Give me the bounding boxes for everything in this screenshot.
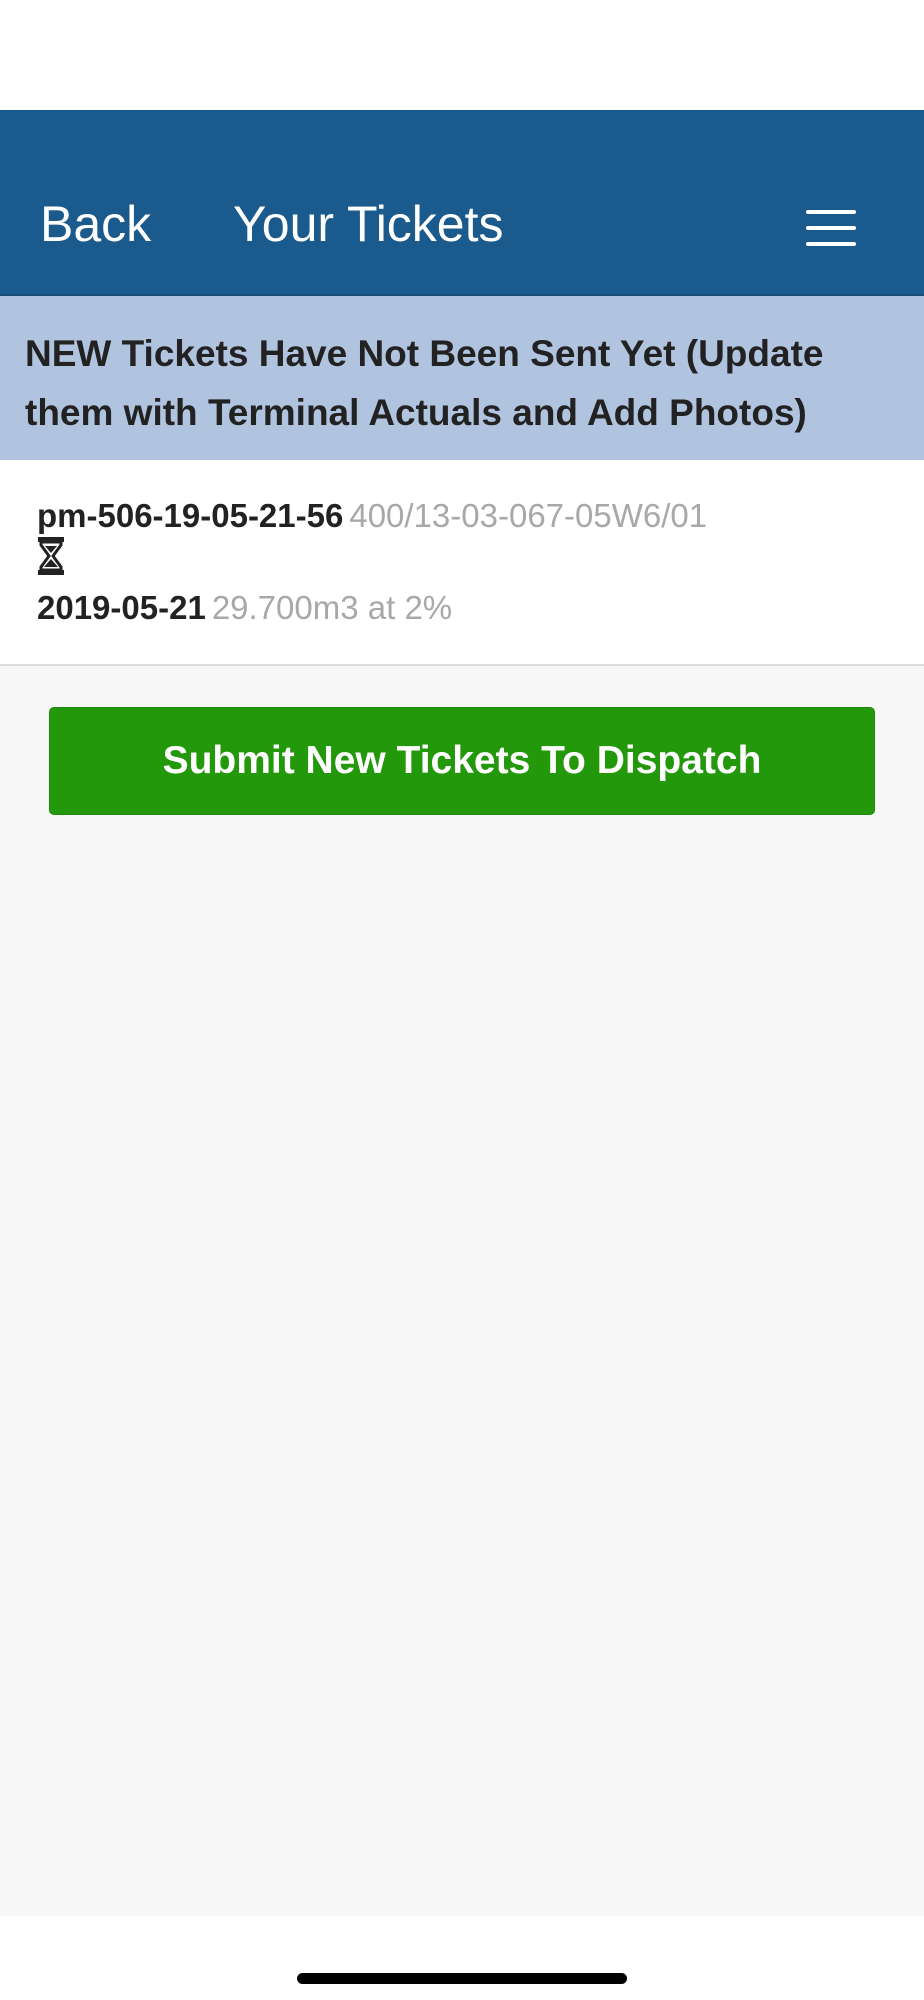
ticket-id-line: pm-506-19-05-21-56 400/13-03-067-05W6/01 [37, 496, 707, 536]
menu-bar-line [806, 226, 856, 230]
hourglass-icon [38, 537, 64, 575]
content-background [0, 666, 924, 1916]
menu-bar-line [806, 210, 856, 214]
home-indicator-area [0, 1916, 924, 2000]
home-indicator[interactable] [297, 1973, 627, 1984]
submit-tickets-button[interactable]: Submit New Tickets To Dispatch [49, 707, 875, 815]
page-title: Your Tickets [233, 196, 504, 252]
ticket-location: 400/13-03-067-05W6/01 [349, 497, 708, 534]
unsent-tickets-notice: NEW Tickets Have Not Been Sent Yet (Upda… [0, 296, 924, 460]
ticket-date-line: 2019-05-21 29.700m3 at 2% [37, 588, 452, 628]
ticket-list-item[interactable]: pm-506-19-05-21-56 400/13-03-067-05W6/01 … [0, 460, 924, 666]
back-button[interactable]: Back [40, 194, 151, 254]
ticket-id: pm-506-19-05-21-56 [37, 497, 344, 534]
status-bar [0, 0, 924, 110]
menu-bar-line [806, 242, 856, 246]
hamburger-menu-icon[interactable] [796, 204, 866, 252]
ticket-date: 2019-05-21 [37, 589, 206, 626]
navbar: Back Your Tickets [0, 110, 924, 296]
ticket-volume: 29.700m3 at 2% [211, 589, 453, 626]
